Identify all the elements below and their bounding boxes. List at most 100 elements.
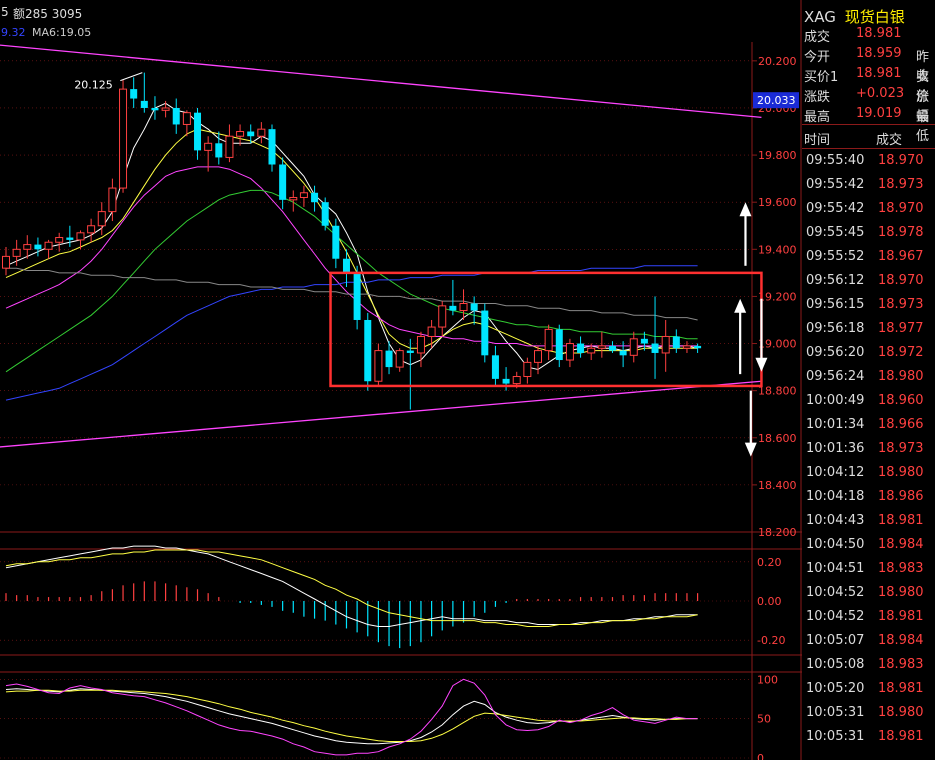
- kdj-y-tick-label: 100: [757, 673, 778, 686]
- candle-body: [332, 225, 340, 259]
- tick-row[interactable]: 09:56:15 18.973: [804, 297, 935, 321]
- trendline: [0, 44, 762, 119]
- tick-row[interactable]: 10:04:12 18.980: [804, 465, 935, 489]
- tick-row[interactable]: 09:55:52 18.967: [804, 249, 935, 273]
- tick-time: 10:05:31: [806, 705, 865, 720]
- candle-body: [44, 241, 53, 250]
- y-tick-label: 19.800: [758, 149, 797, 162]
- tick-row[interactable]: 09:56:12 18.970: [804, 273, 935, 297]
- tick-row[interactable]: 10:04:43 18.981: [804, 513, 935, 537]
- tick-row[interactable]: 10:05:20 18.981: [804, 681, 935, 705]
- candle-body: [364, 319, 372, 382]
- tick-row[interactable]: 10:04:51 18.983: [804, 561, 935, 585]
- candle: [481, 303, 489, 363]
- tick-row[interactable]: 10:05:07 18.984: [804, 633, 935, 657]
- candle: [2, 246, 10, 276]
- tick-price: 18.973: [878, 177, 924, 192]
- candle: [534, 345, 542, 375]
- tick-row[interactable]: 09:55:42 18.970: [804, 201, 935, 225]
- candle: [140, 72, 148, 113]
- candle: [130, 77, 138, 108]
- tick-price: 18.984: [878, 537, 924, 552]
- tick-row[interactable]: 09:56:24 18.980: [804, 369, 935, 393]
- tick-price: 18.967: [878, 249, 924, 264]
- tick-row[interactable]: 10:05:31 18.980: [804, 705, 935, 729]
- candle: [321, 197, 329, 231]
- tick-time: 09:55:40: [806, 153, 865, 168]
- candle-body: [279, 164, 287, 200]
- candle-body: [385, 350, 393, 368]
- tick-price: 18.978: [878, 225, 924, 240]
- arrow-head: [739, 202, 752, 217]
- tick-row[interactable]: 10:01:36 18.973: [804, 441, 935, 465]
- quote-label: 成交: [804, 30, 831, 45]
- tick-row[interactable]: 10:00:49 18.960: [804, 393, 935, 417]
- tick-row[interactable]: 10:05:31 18.981: [804, 729, 935, 753]
- candle-body: [608, 345, 616, 351]
- tick-price: 18.970: [878, 201, 924, 216]
- moving-average-gray: [6, 267, 698, 321]
- candle: [279, 157, 287, 210]
- candle: [427, 319, 436, 349]
- candle-body: [87, 225, 96, 234]
- tick-row[interactable]: 10:04:52 18.980: [804, 585, 935, 609]
- candle-body: [597, 345, 606, 349]
- tick-row[interactable]: 10:05:08 18.983: [804, 657, 935, 681]
- tick-row[interactable]: 09:56:18 18.977: [804, 321, 935, 345]
- candle: [225, 124, 234, 163]
- candle-body: [108, 187, 117, 213]
- candle-body: [268, 129, 276, 165]
- tick-time: 10:05:31: [806, 729, 865, 744]
- candle-body: [587, 347, 596, 354]
- tick-row[interactable]: 10:04:52 18.981: [804, 609, 935, 633]
- tick-row[interactable]: 10:01:34 18.966: [804, 417, 935, 441]
- tick-row[interactable]: 09:56:20 18.972: [804, 345, 935, 369]
- trendline: [0, 380, 762, 448]
- candle-body: [523, 361, 532, 378]
- candle-body: [491, 355, 499, 379]
- candlestick-chart[interactable]: 20.20020.00019.80019.60019.40019.20019.0…: [0, 0, 802, 760]
- candle-body: [130, 89, 138, 99]
- tick-time: 09:56:18: [806, 321, 865, 336]
- tick-time: 10:04:18: [806, 489, 865, 504]
- y-tick-label: 18.800: [758, 385, 797, 398]
- tick-price: 18.986: [878, 489, 924, 504]
- candle-body: [682, 345, 691, 349]
- quote-title: XAG 现货白银: [804, 6, 905, 27]
- y-tick-label: 19.000: [758, 338, 797, 351]
- quote-row: 今开 18.959 昨收: [804, 46, 935, 84]
- candle-body: [342, 258, 350, 273]
- symbol-name: 现货白银: [844, 8, 905, 26]
- y-tick-label: 19.400: [758, 243, 797, 256]
- candle-body: [194, 112, 202, 151]
- tick-row[interactable]: 09:55:42 18.973: [804, 177, 935, 201]
- quote-value: 18.981: [856, 26, 902, 41]
- candle-body: [289, 196, 298, 201]
- candle-body: [311, 192, 319, 203]
- candle: [395, 348, 404, 372]
- tick-price: 18.981: [878, 729, 924, 744]
- tick-price: 18.973: [878, 297, 924, 312]
- candle: [87, 218, 96, 243]
- candle-body: [470, 303, 478, 311]
- quote-label: 买价1: [804, 70, 839, 85]
- candle: [34, 237, 42, 257]
- tick-row[interactable]: 10:04:18 18.986: [804, 489, 935, 513]
- candle-body: [161, 107, 170, 111]
- candle-body: [481, 310, 489, 356]
- tick-price: 18.960: [878, 393, 924, 408]
- tick-time: 09:55:42: [806, 177, 865, 192]
- direction-arrow: [744, 390, 757, 457]
- quote-row: 成交 18.981: [804, 26, 935, 46]
- tick-time: 10:05:08: [806, 657, 865, 672]
- macd-dea-line: [5, 549, 698, 627]
- tick-time: 10:01:36: [806, 441, 865, 456]
- tick-row[interactable]: 09:55:40 18.970: [804, 153, 935, 177]
- candle: [672, 329, 680, 353]
- candle: [565, 338, 574, 368]
- candle: [682, 341, 691, 353]
- tick-row[interactable]: 09:55:45 18.978: [804, 225, 935, 249]
- tick-row[interactable]: 10:04:50 18.984: [804, 537, 935, 561]
- candle-body: [97, 211, 106, 227]
- candle-body: [204, 142, 213, 151]
